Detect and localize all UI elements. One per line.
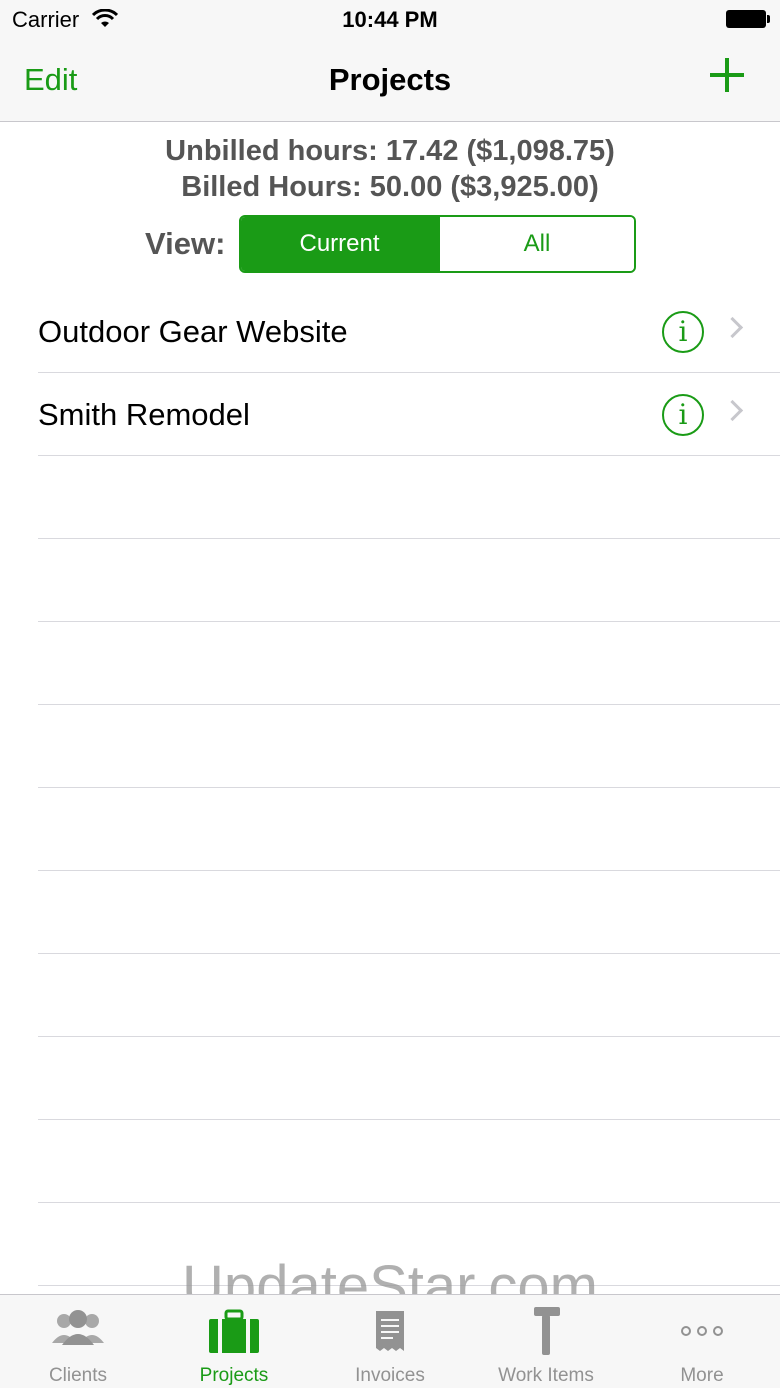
info-icon[interactable]: i xyxy=(662,394,704,436)
empty-row xyxy=(38,1203,780,1286)
billed-hours-text: Billed Hours: 50.00 ($3,925.00) xyxy=(181,171,599,203)
page-title: Projects xyxy=(328,62,452,97)
project-row[interactable]: Smith Remodel i xyxy=(38,373,780,456)
status-bar: Carrier 10:44 PM xyxy=(0,0,780,40)
project-list: Outdoor Gear Website i Smith Remodel i xyxy=(0,290,780,1369)
chevron-right-icon xyxy=(721,399,744,422)
empty-row xyxy=(38,1037,780,1120)
unbilled-hours-text: Unbilled hours: 17.42 ($1,098.75) xyxy=(165,135,615,167)
empty-row xyxy=(38,539,780,622)
tab-label: More xyxy=(680,1365,724,1386)
tab-label: Work Items xyxy=(498,1365,594,1386)
empty-row xyxy=(38,788,780,871)
segment-all[interactable]: All xyxy=(438,217,634,271)
empty-row xyxy=(38,1120,780,1203)
project-name: Smith Remodel xyxy=(38,397,250,432)
navigation-bar: Edit Projects xyxy=(0,40,780,122)
tab-invoices[interactable]: Invoices xyxy=(312,1295,468,1388)
tab-projects[interactable]: Projects xyxy=(156,1295,312,1388)
segment-current[interactable]: Current xyxy=(241,217,438,271)
tab-clients[interactable]: Clients xyxy=(0,1295,156,1388)
empty-row xyxy=(38,871,780,954)
hours-summary: Unbilled hours: 17.42 ($1,098.75) Billed… xyxy=(0,133,780,205)
tab-label: Invoices xyxy=(355,1365,425,1386)
status-time: 10:44 PM xyxy=(342,7,438,32)
tab-work-items[interactable]: Work Items xyxy=(468,1295,624,1388)
receipt-icon xyxy=(376,1311,404,1351)
info-icon[interactable]: i xyxy=(662,311,704,353)
chevron-right-icon xyxy=(721,316,744,339)
battery-icon xyxy=(726,10,770,28)
tab-label: Projects xyxy=(199,1365,269,1386)
clients-icon xyxy=(52,1310,104,1345)
empty-row xyxy=(38,622,780,705)
view-filter: View: Current All xyxy=(0,215,780,273)
add-project-button[interactable] xyxy=(710,58,744,92)
edit-button[interactable]: Edit xyxy=(24,62,77,98)
view-segmented-control: Current All xyxy=(239,215,636,273)
view-label: View: xyxy=(145,226,226,261)
briefcase-icon xyxy=(209,1309,259,1353)
project-name: Outdoor Gear Website xyxy=(38,314,348,349)
tab-bar: Clients Projects Invoices Work Items Mor… xyxy=(0,1294,780,1388)
empty-row xyxy=(38,705,780,788)
project-row[interactable]: Outdoor Gear Website i xyxy=(38,290,780,373)
empty-row xyxy=(38,954,780,1037)
empty-row xyxy=(38,456,780,539)
more-icon xyxy=(681,1326,723,1336)
tab-more[interactable]: More xyxy=(624,1295,780,1388)
hammer-icon xyxy=(534,1307,560,1355)
tab-label: Clients xyxy=(48,1365,108,1386)
